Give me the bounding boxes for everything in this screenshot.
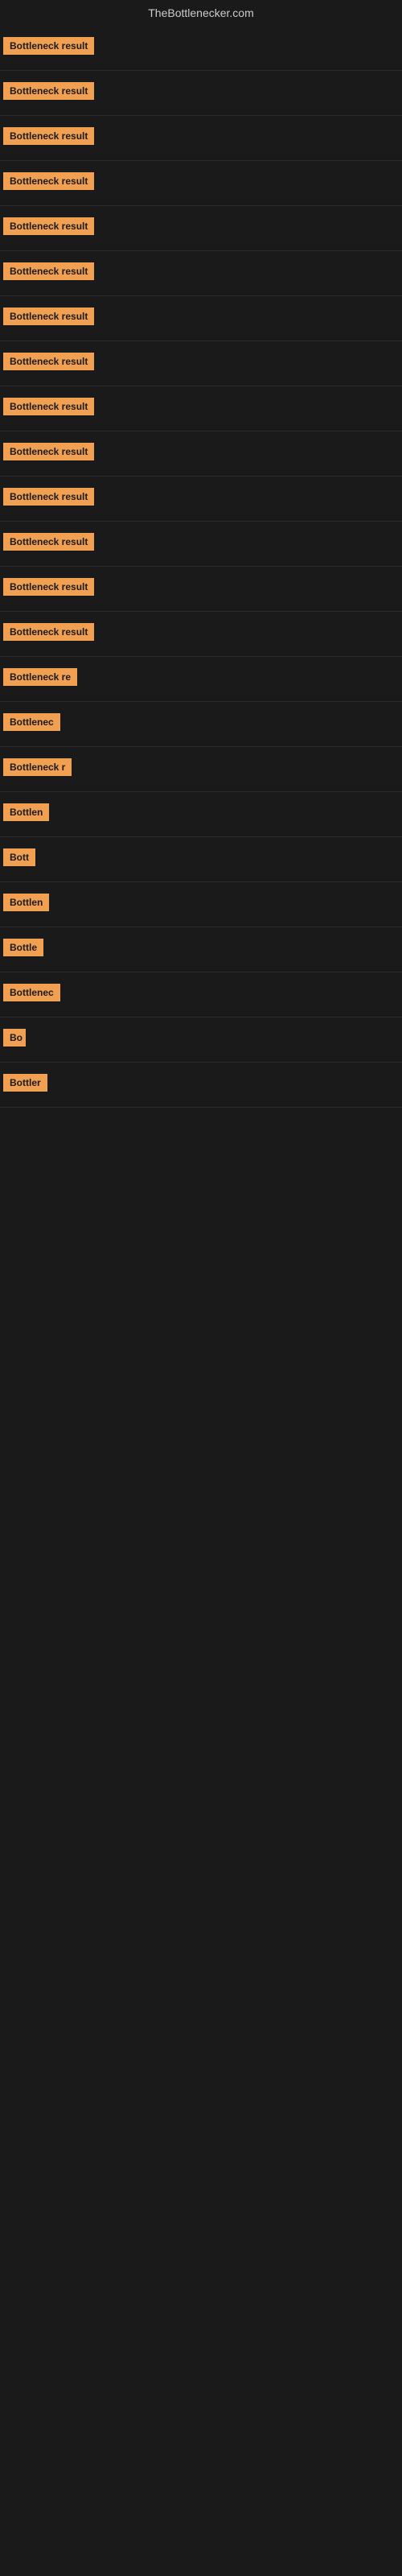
list-item: Bottleneck result: [0, 161, 402, 206]
list-item: Bottleneck result: [0, 567, 402, 612]
bottleneck-badge[interactable]: Bottleneck result: [3, 172, 94, 190]
list-item: Bottlenec: [0, 972, 402, 1018]
list-item: Bottleneck result: [0, 386, 402, 431]
list-item: Bottleneck result: [0, 341, 402, 386]
items-list: Bottleneck result Bottleneck result Bottle…: [0, 26, 402, 1108]
bottleneck-badge[interactable]: Bottlenec: [3, 713, 60, 731]
bottleneck-badge[interactable]: Bottleneck result: [3, 82, 94, 100]
bottleneck-badge[interactable]: Bott: [3, 848, 35, 866]
bottleneck-badge[interactable]: Bottleneck result: [3, 217, 94, 235]
list-item: Bottleneck re: [0, 657, 402, 702]
site-header: TheBottlenecker.com: [0, 0, 402, 26]
list-item: Bottleneck result: [0, 296, 402, 341]
bottleneck-badge[interactable]: Bottle: [3, 939, 43, 956]
bottleneck-badge[interactable]: Bottleneck result: [3, 353, 94, 370]
list-item: Bottleneck result: [0, 116, 402, 161]
bottleneck-badge[interactable]: Bottleneck result: [3, 308, 94, 325]
bottleneck-badge[interactable]: Bottleneck result: [3, 262, 94, 280]
list-item: Bottleneck r: [0, 747, 402, 792]
list-item: Bottlen: [0, 792, 402, 837]
list-item: Bottleneck result: [0, 26, 402, 71]
list-item: Bo: [0, 1018, 402, 1063]
bottleneck-badge[interactable]: Bottleneck result: [3, 578, 94, 596]
list-item: Bottleneck result: [0, 251, 402, 296]
bottleneck-badge[interactable]: Bottleneck result: [3, 443, 94, 460]
list-item: Bottler: [0, 1063, 402, 1108]
bottleneck-badge[interactable]: Bottleneck result: [3, 398, 94, 415]
list-item: Bottleneck result: [0, 206, 402, 251]
list-item: Bottleneck result: [0, 612, 402, 657]
bottleneck-badge[interactable]: Bottleneck result: [3, 533, 94, 551]
bottleneck-badge[interactable]: Bottleneck result: [3, 37, 94, 55]
list-item: Bottleneck result: [0, 477, 402, 522]
list-item: Bottlen: [0, 882, 402, 927]
site-title: TheBottlenecker.com: [0, 0, 402, 26]
list-item: Bottleneck result: [0, 71, 402, 116]
bottleneck-badge[interactable]: Bottlenec: [3, 984, 60, 1001]
bottleneck-badge[interactable]: Bottlen: [3, 894, 49, 911]
bottleneck-badge[interactable]: Bottleneck r: [3, 758, 72, 776]
bottleneck-badge[interactable]: Bottlen: [3, 803, 49, 821]
list-item: Bottle: [0, 927, 402, 972]
list-item: Bottleneck result: [0, 522, 402, 567]
bottleneck-badge[interactable]: Bottleneck result: [3, 623, 94, 641]
bottleneck-badge[interactable]: Bottler: [3, 1074, 47, 1092]
list-item: Bott: [0, 837, 402, 882]
list-item: Bottlenec: [0, 702, 402, 747]
list-item: Bottleneck result: [0, 431, 402, 477]
bottleneck-badge[interactable]: Bottleneck result: [3, 127, 94, 145]
bottleneck-badge[interactable]: Bottleneck re: [3, 668, 77, 686]
bottleneck-badge[interactable]: Bottleneck result: [3, 488, 94, 506]
bottleneck-badge[interactable]: Bo: [3, 1029, 26, 1046]
